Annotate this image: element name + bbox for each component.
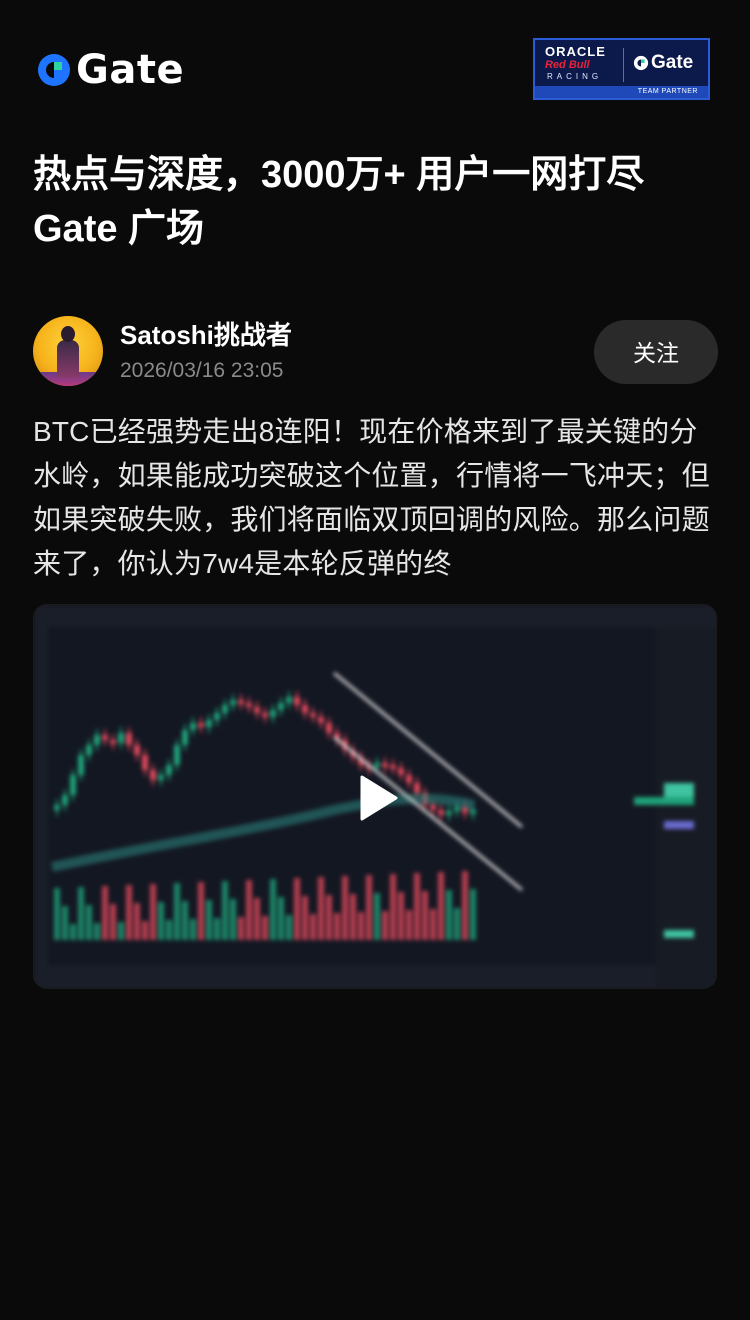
chart-volume-bar <box>110 904 116 940</box>
chart-volume-bar <box>294 878 300 940</box>
chart-volume-bar <box>358 912 364 940</box>
partner-team-text: TEAM PARTNER <box>535 86 708 98</box>
chart-volume-bar <box>70 924 76 940</box>
chart-volume-bar <box>462 871 468 940</box>
chart-volume-bar <box>214 918 220 940</box>
chart-volume-bar <box>86 905 92 940</box>
chart-volume-bar <box>398 892 404 940</box>
chart-volume-bar <box>54 888 60 940</box>
headline-line-2: Gate 广场 <box>33 208 205 250</box>
chart-volume-bar <box>422 891 428 940</box>
chart-volume-bar <box>238 917 244 940</box>
chart-volume-bar <box>134 903 140 940</box>
chart-volume-bar <box>118 922 124 940</box>
follow-button[interactable]: 关注 <box>594 320 718 384</box>
chart-volume-bar <box>270 879 276 940</box>
video-thumbnail[interactable] <box>33 604 717 989</box>
partner-gate-logo: Gate <box>633 52 693 74</box>
post-timestamp: 2026/03/16 23:05 <box>120 359 284 382</box>
chart-volume-bar <box>62 906 68 940</box>
chart-volume-bar <box>326 895 332 940</box>
chart-volume-bar <box>94 923 100 940</box>
chart-volume-bar <box>158 902 164 940</box>
chart-volume-bar <box>142 921 148 940</box>
chart-volume-bar <box>318 877 324 940</box>
chart-volume-bar <box>78 887 84 940</box>
chart-volume-bar <box>302 896 308 940</box>
chart-volume-bar <box>150 884 156 940</box>
chart-volume-bar <box>334 913 340 940</box>
chart-volume-bar <box>222 881 228 940</box>
chart-volume-bar <box>198 882 204 940</box>
chart-volume-bar <box>182 901 188 940</box>
play-icon[interactable] <box>356 773 400 823</box>
chart-volume-bar <box>262 916 268 940</box>
partner-badge: ORACLE Red Bull RACING Gate TEAM PARTNER <box>533 38 710 100</box>
chart-volume-bar <box>278 897 284 940</box>
partner-gate-icon <box>633 55 649 71</box>
chart-volume-bar <box>374 893 380 940</box>
chart-volume-bar <box>414 873 420 940</box>
partner-racing-text: RACING <box>547 72 603 81</box>
chart-volume-bar <box>126 885 132 940</box>
page-headline: 热点与深度，3000万+ 用户一网打尽 Gate 广场 <box>33 148 723 256</box>
gate-logo[interactable]: Gate <box>36 50 184 90</box>
chart-volume-bar <box>382 911 388 940</box>
chart-volume-bar <box>286 915 292 940</box>
chart-volume-bar <box>342 876 348 940</box>
chart-volume-bar <box>166 920 172 940</box>
app-header: Gate ORACLE Red Bull RACING Gate TEAM PA… <box>0 0 750 130</box>
headline-line-1: 热点与深度，3000万+ 用户一网打尽 <box>33 154 645 196</box>
chart-volume-bar <box>454 908 460 940</box>
chart-volume-bar <box>438 872 444 940</box>
gate-logo-text: Gate <box>76 47 185 93</box>
post-author-row: Satoshi挑战者 2026/03/16 23:05 关注 <box>33 316 723 388</box>
partner-redbull-text: Red Bull <box>545 59 590 71</box>
chart-volume-bar <box>430 909 436 940</box>
partner-oracle-text: ORACLE <box>545 44 606 59</box>
chart-volume-bar <box>246 880 252 940</box>
chart-volume-bar <box>310 914 316 940</box>
chart-volume-bar <box>254 898 260 940</box>
post-body-text[interactable]: BTC已经强势走出8连阳！现在价格来到了最关键的分水岭，如果能成功突破这个位置，… <box>33 410 717 586</box>
chart-volume-bar <box>406 910 412 940</box>
chart-volume-bar <box>366 875 372 940</box>
chart-volume-bar <box>390 874 396 940</box>
chart-volume-bar <box>350 894 356 940</box>
partner-divider <box>623 48 624 82</box>
chart-volume-bar <box>230 899 236 940</box>
chart-volume-bar <box>206 900 212 940</box>
chart-volume-bar <box>446 890 452 940</box>
partner-gate-text: Gate <box>651 52 694 73</box>
chart-volume-bar <box>470 889 476 940</box>
avatar[interactable] <box>33 316 103 386</box>
chart-volume-bar <box>174 883 180 940</box>
author-name[interactable]: Satoshi挑战者 <box>120 320 292 350</box>
chart-volume-bar <box>190 919 196 940</box>
chart-volume-bar <box>102 886 108 940</box>
gate-logo-icon <box>38 54 70 86</box>
